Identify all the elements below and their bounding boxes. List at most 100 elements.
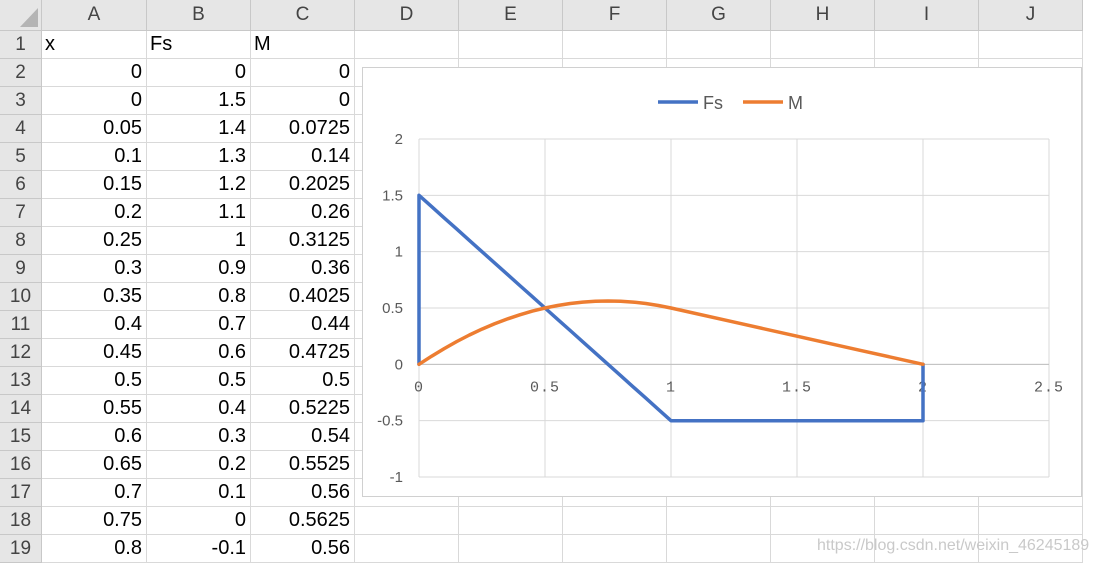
row-header-9[interactable]: 9 xyxy=(0,255,42,283)
cell-g18[interactable] xyxy=(667,507,771,535)
cell-c9[interactable]: 0.36 xyxy=(251,255,355,283)
cell-b8[interactable]: 1 xyxy=(147,227,251,255)
row-header-17[interactable]: 17 xyxy=(0,479,42,507)
column-header-d[interactable]: D xyxy=(355,0,459,31)
cell-a8[interactable]: 0.25 xyxy=(42,227,147,255)
cell-c3[interactable]: 0 xyxy=(251,87,355,115)
row-header-11[interactable]: 11 xyxy=(0,311,42,339)
cell-d1[interactable] xyxy=(355,31,459,59)
cell-g1[interactable] xyxy=(667,31,771,59)
cell-c14[interactable]: 0.5225 xyxy=(251,395,355,423)
column-header-c[interactable]: C xyxy=(251,0,355,31)
cell-c12[interactable]: 0.4725 xyxy=(251,339,355,367)
cell-a6[interactable]: 0.15 xyxy=(42,171,147,199)
cell-b3[interactable]: 1.5 xyxy=(147,87,251,115)
row-header-13[interactable]: 13 xyxy=(0,367,42,395)
cell-a1[interactable]: x xyxy=(42,31,147,59)
cell-j18[interactable] xyxy=(979,507,1083,535)
cell-f18[interactable] xyxy=(563,507,667,535)
cell-a18[interactable]: 0.75 xyxy=(42,507,147,535)
cell-f1[interactable] xyxy=(563,31,667,59)
cell-b15[interactable]: 0.3 xyxy=(147,423,251,451)
column-header-h[interactable]: H xyxy=(771,0,875,31)
cell-f19[interactable] xyxy=(563,535,667,563)
cell-a7[interactable]: 0.2 xyxy=(42,199,147,227)
cell-c16[interactable]: 0.5525 xyxy=(251,451,355,479)
row-header-15[interactable]: 15 xyxy=(0,423,42,451)
cell-d19[interactable] xyxy=(355,535,459,563)
cell-b14[interactable]: 0.4 xyxy=(147,395,251,423)
cell-b17[interactable]: 0.1 xyxy=(147,479,251,507)
cell-b19[interactable]: -0.1 xyxy=(147,535,251,563)
row-header-19[interactable]: 19 xyxy=(0,535,42,563)
cell-h18[interactable] xyxy=(771,507,875,535)
cell-a12[interactable]: 0.45 xyxy=(42,339,147,367)
cell-c19[interactable]: 0.56 xyxy=(251,535,355,563)
row-header-14[interactable]: 14 xyxy=(0,395,42,423)
cell-b11[interactable]: 0.7 xyxy=(147,311,251,339)
cell-a14[interactable]: 0.55 xyxy=(42,395,147,423)
cell-c17[interactable]: 0.56 xyxy=(251,479,355,507)
cell-c8[interactable]: 0.3125 xyxy=(251,227,355,255)
cell-e18[interactable] xyxy=(459,507,563,535)
row-header-5[interactable]: 5 xyxy=(0,143,42,171)
cell-e1[interactable] xyxy=(459,31,563,59)
cell-a16[interactable]: 0.65 xyxy=(42,451,147,479)
row-header-6[interactable]: 6 xyxy=(0,171,42,199)
cell-b12[interactable]: 0.6 xyxy=(147,339,251,367)
cell-a17[interactable]: 0.7 xyxy=(42,479,147,507)
cell-a10[interactable]: 0.35 xyxy=(42,283,147,311)
cell-c6[interactable]: 0.2025 xyxy=(251,171,355,199)
cell-d18[interactable] xyxy=(355,507,459,535)
row-header-18[interactable]: 18 xyxy=(0,507,42,535)
cell-b9[interactable]: 0.9 xyxy=(147,255,251,283)
row-header-4[interactable]: 4 xyxy=(0,115,42,143)
cell-b6[interactable]: 1.2 xyxy=(147,171,251,199)
select-all-corner[interactable] xyxy=(0,0,42,31)
column-header-a[interactable]: A xyxy=(42,0,147,31)
cell-a15[interactable]: 0.6 xyxy=(42,423,147,451)
cell-a5[interactable]: 0.1 xyxy=(42,143,147,171)
cell-c2[interactable]: 0 xyxy=(251,59,355,87)
cell-c11[interactable]: 0.44 xyxy=(251,311,355,339)
cell-b7[interactable]: 1.1 xyxy=(147,199,251,227)
cell-a19[interactable]: 0.8 xyxy=(42,535,147,563)
cell-c5[interactable]: 0.14 xyxy=(251,143,355,171)
column-header-j[interactable]: J xyxy=(979,0,1083,31)
cell-c18[interactable]: 0.5625 xyxy=(251,507,355,535)
row-header-2[interactable]: 2 xyxy=(0,59,42,87)
cell-a4[interactable]: 0.05 xyxy=(42,115,147,143)
cell-b10[interactable]: 0.8 xyxy=(147,283,251,311)
row-header-8[interactable]: 8 xyxy=(0,227,42,255)
cell-b16[interactable]: 0.2 xyxy=(147,451,251,479)
cell-a11[interactable]: 0.4 xyxy=(42,311,147,339)
row-header-3[interactable]: 3 xyxy=(0,87,42,115)
cell-b13[interactable]: 0.5 xyxy=(147,367,251,395)
column-header-i[interactable]: I xyxy=(875,0,979,31)
column-header-b[interactable]: B xyxy=(147,0,251,31)
cell-c13[interactable]: 0.5 xyxy=(251,367,355,395)
cell-b4[interactable]: 1.4 xyxy=(147,115,251,143)
row-header-1[interactable]: 1 xyxy=(0,31,42,59)
column-header-f[interactable]: F xyxy=(563,0,667,31)
cell-c10[interactable]: 0.4025 xyxy=(251,283,355,311)
cell-c15[interactable]: 0.54 xyxy=(251,423,355,451)
cell-i18[interactable] xyxy=(875,507,979,535)
cell-c1[interactable]: M xyxy=(251,31,355,59)
cell-b5[interactable]: 1.3 xyxy=(147,143,251,171)
cell-a13[interactable]: 0.5 xyxy=(42,367,147,395)
cell-a2[interactable]: 0 xyxy=(42,59,147,87)
row-header-10[interactable]: 10 xyxy=(0,283,42,311)
cell-b2[interactable]: 0 xyxy=(147,59,251,87)
cell-g19[interactable] xyxy=(667,535,771,563)
row-header-16[interactable]: 16 xyxy=(0,451,42,479)
row-header-12[interactable]: 12 xyxy=(0,339,42,367)
cell-a3[interactable]: 0 xyxy=(42,87,147,115)
cell-i1[interactable] xyxy=(875,31,979,59)
row-header-7[interactable]: 7 xyxy=(0,199,42,227)
column-header-e[interactable]: E xyxy=(459,0,563,31)
cell-j1[interactable] xyxy=(979,31,1083,59)
column-header-g[interactable]: G xyxy=(667,0,771,31)
chart[interactable]: 2 1.5 1 0.5 0 -0.5 -1 0 0.5 1 1.5 2 2.5 Fs M xyxy=(362,67,1082,497)
cell-a9[interactable]: 0.3 xyxy=(42,255,147,283)
